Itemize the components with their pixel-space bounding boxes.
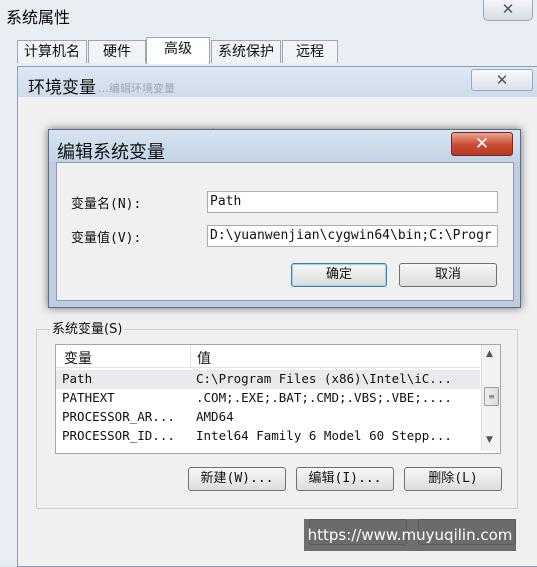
edit-dialog-title: 编辑系统变量	[57, 142, 165, 163]
column-header-variable[interactable]: 变量	[64, 348, 92, 368]
env-titlebar: 环境变量 …编辑环境变量 ✕	[18, 67, 537, 98]
edit-dialog-body: 变量名(N): Path 变量值(V): D:\yuanwenjian\cygw…	[56, 162, 514, 301]
ok-button[interactable]: 确定	[291, 263, 387, 287]
tab-system-protection[interactable]: 系统保护	[211, 40, 281, 63]
row-value: C:\Program Files (x86)\Intel\iC...	[196, 371, 452, 386]
new-button[interactable]: 新建(W)...	[188, 467, 286, 491]
column-divider[interactable]	[190, 345, 191, 367]
edit-titlebar: 编辑系统变量 ✕	[49, 130, 520, 163]
cancel-button[interactable]: 取消	[399, 263, 497, 287]
row-value: Intel64 Family 6 Model 60 Stepp...	[196, 428, 452, 443]
close-icon[interactable]: ✕	[471, 69, 533, 91]
column-header-value[interactable]: 值	[197, 348, 211, 368]
table-row[interactable]: PROCESSOR_AR... AMD64	[56, 408, 480, 427]
table-row[interactable]: PROCESSOR_ID... Intel64 Family 6 Model 6…	[56, 427, 480, 446]
close-icon[interactable]: ✕	[483, 0, 533, 21]
scroll-thumb[interactable]: ≡	[484, 387, 499, 406]
delete-button[interactable]: 删除(L)	[404, 467, 502, 491]
table-row[interactable]: Path C:\Program Files (x86)\Intel\iC...	[56, 370, 480, 389]
tab-remote[interactable]: 远程	[282, 40, 338, 63]
watermark: https://www.muyuqilin.com	[304, 519, 516, 551]
variable-value-label: 变量值(V):	[71, 231, 142, 246]
variable-name-label: 变量名(N):	[71, 197, 142, 212]
row-name: PATHEXT	[62, 390, 115, 405]
row-value: AMD64	[196, 409, 234, 424]
env-window-title: 环境变量	[28, 78, 96, 98]
close-icon[interactable]: ✕	[451, 132, 513, 156]
row-name: Path	[62, 371, 93, 386]
table-row[interactable]: PATHEXT .COM;.EXE;.BAT;.CMD;.VBS;.VBE;..…	[56, 389, 480, 408]
list-header: 变量 值	[56, 345, 480, 368]
edit-system-variable-dialog: 编辑系统变量 ✕ 变量名(N): Path 变量值(V): D:\yuanwen…	[48, 129, 521, 308]
variable-name-field[interactable]: Path	[207, 191, 498, 213]
window-title: 系统属性	[6, 8, 71, 27]
tab-hardware[interactable]: 硬件	[88, 40, 146, 63]
env-hint-text: …编辑环境变量	[98, 82, 175, 95]
edit-button[interactable]: 编辑(I)...	[296, 467, 394, 491]
scroll-up-icon[interactable]: ▲	[486, 349, 493, 359]
row-name: PROCESSOR_AR...	[62, 409, 175, 424]
scroll-down-icon[interactable]: ▼	[486, 435, 493, 445]
system-vars-list[interactable]: 变量 值 Path C:\Program Files (x86)\Intel\i…	[55, 344, 501, 454]
tab-computer-name[interactable]: 计算机名	[17, 40, 87, 63]
vertical-scrollbar[interactable]: ▲ ≡ ▼	[481, 345, 500, 451]
row-value: .COM;.EXE;.BAT;.CMD;.VBS;.VBE;....	[196, 390, 452, 405]
row-name: PROCESSOR_ID...	[62, 428, 175, 443]
system-vars-label: 系统变量(S)	[50, 318, 125, 337]
variable-value-field[interactable]: D:\yuanwenjian\cygwin64\bin;C:\Progr	[207, 225, 498, 247]
tab-advanced[interactable]: 高级	[146, 37, 210, 64]
